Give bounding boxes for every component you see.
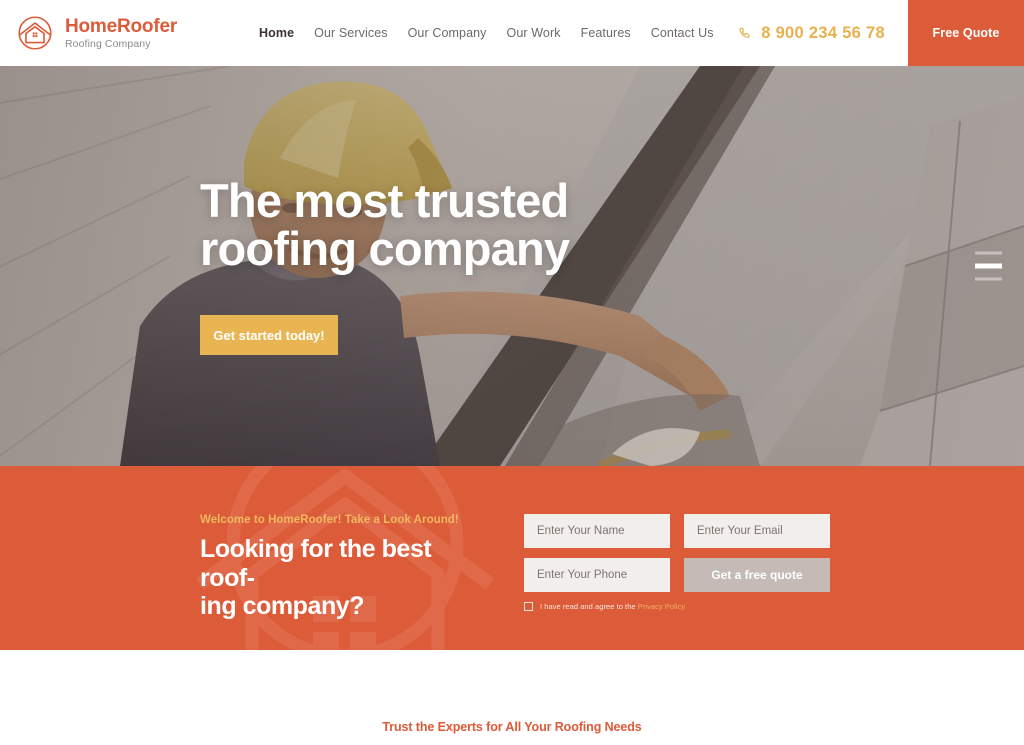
- brand-name: HomeRoofer: [65, 15, 178, 37]
- hero-title-line-2: roofing company: [200, 222, 570, 275]
- quote-form-row-1: [524, 514, 830, 548]
- hero-title-line-1: The most trusted: [200, 173, 569, 227]
- privacy-consent-text: I have read and agree to the: [540, 602, 636, 611]
- nav-item-our-work[interactable]: Our Work: [507, 26, 561, 40]
- house-in-circle-logo-icon: [14, 12, 56, 54]
- section-tagline: Trust the Experts for All Your Roofing N…: [382, 720, 642, 734]
- privacy-consent-label: I have read and agree to the Privacy Pol…: [540, 602, 685, 611]
- slider-dot-1[interactable]: [975, 251, 1002, 255]
- name-input[interactable]: [524, 514, 670, 548]
- brand-tagline: Roofing Company: [65, 37, 151, 50]
- hero-section: The most trusted roofing company Get sta…: [0, 66, 1024, 466]
- quote-band-copy: Welcome to HomeRoofer! Take a Look Aroun…: [200, 514, 492, 621]
- phone-input[interactable]: [524, 558, 670, 592]
- nav-item-our-company[interactable]: Our Company: [408, 26, 487, 40]
- nav-item-contact-us[interactable]: Contact Us: [651, 26, 714, 40]
- quote-band-content: Welcome to HomeRoofer! Take a Look Aroun…: [0, 466, 1024, 621]
- email-input[interactable]: [684, 514, 830, 548]
- phone-link[interactable]: 8 900 234 56 78: [738, 0, 908, 66]
- phone-number: 8 900 234 56 78: [761, 23, 885, 42]
- quote-band-eyebrow: Welcome to HomeRoofer! Take a Look Aroun…: [200, 514, 459, 526]
- nav-item-features[interactable]: Features: [581, 26, 631, 40]
- quote-band-heading-line-2: ing company?: [200, 592, 365, 620]
- page-root: HomeRoofer Roofing Company Home Our Serv…: [0, 0, 1024, 745]
- quote-band-heading: Looking for the best roof- ing company?: [200, 535, 492, 621]
- brand-logo[interactable]: HomeRoofer Roofing Company: [0, 12, 177, 54]
- get-a-free-quote-button[interactable]: Get a free quote: [684, 558, 830, 592]
- brand-text: HomeRoofer Roofing Company: [65, 17, 177, 50]
- header-actions: 8 900 234 56 78 Free Quote: [738, 0, 1024, 66]
- hero-slider-pagination: [975, 251, 1002, 281]
- quote-form: Get a free quote I have read and agree t…: [524, 514, 830, 621]
- privacy-consent-checkbox[interactable]: [524, 602, 533, 611]
- nav-item-our-services[interactable]: Our Services: [314, 26, 387, 40]
- quote-form-row-2: Get a free quote: [524, 558, 830, 592]
- nav-item-home[interactable]: Home: [259, 26, 294, 40]
- slider-dot-2[interactable]: [975, 263, 1002, 269]
- free-quote-button[interactable]: Free Quote: [908, 0, 1024, 66]
- hero-title: The most trusted roofing company: [200, 173, 760, 275]
- site-header: HomeRoofer Roofing Company Home Our Serv…: [0, 0, 1024, 66]
- tagline-section: Trust the Experts for All Your Roofing N…: [0, 650, 1024, 745]
- phone-icon: [738, 26, 753, 41]
- hero-content: The most trusted roofing company Get sta…: [0, 66, 1024, 466]
- privacy-policy-link[interactable]: Privacy Policy: [638, 602, 685, 611]
- get-started-button[interactable]: Get started today!: [200, 315, 338, 356]
- quote-band-heading-line-1: Looking for the best roof-: [200, 535, 432, 592]
- privacy-consent-row: I have read and agree to the Privacy Pol…: [524, 602, 830, 611]
- main-navigation: Home Our Services Our Company Our Work F…: [259, 26, 714, 40]
- quote-band: Welcome to HomeRoofer! Take a Look Aroun…: [0, 466, 1024, 650]
- slider-dot-3[interactable]: [975, 277, 1002, 281]
